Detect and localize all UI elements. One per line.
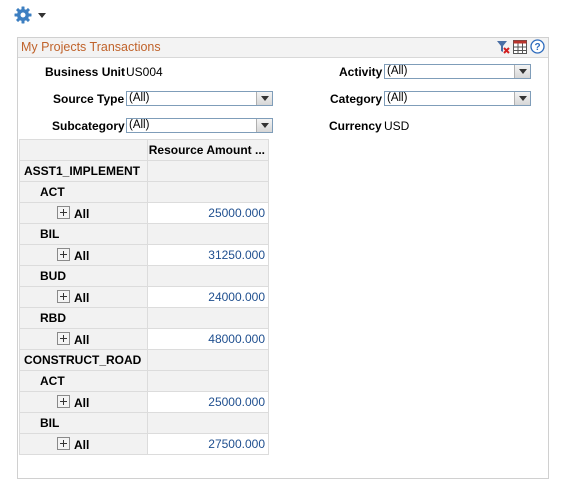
panel-title: My Projects Transactions xyxy=(21,40,161,54)
expand-plus-icon[interactable] xyxy=(57,289,70,303)
empty-cell xyxy=(147,412,269,434)
all-label: All xyxy=(74,290,90,305)
empty-cell xyxy=(147,370,269,392)
empty-cell xyxy=(147,265,269,287)
category-select[interactable]: (All) xyxy=(384,91,531,106)
subcategory-label: Subcategory xyxy=(52,119,125,133)
all-label: All xyxy=(74,332,90,347)
expand-all-cell: All xyxy=(19,391,148,413)
subcategory-value: (All) xyxy=(129,119,150,131)
activity-select[interactable]: (All) xyxy=(384,64,531,79)
resource-amount-column-header[interactable]: Resource Amount ... xyxy=(147,139,269,161)
panel-header: My Projects Transactions ? xyxy=(18,38,548,58)
table-row: All 25000.000 xyxy=(19,202,269,224)
analysis-group-label: BIL xyxy=(19,412,148,434)
expand-plus-icon[interactable] xyxy=(57,205,70,219)
expand-plus-icon[interactable] xyxy=(57,394,70,408)
empty-cell xyxy=(147,307,269,329)
expand-all-cell: All xyxy=(19,244,148,266)
table-row: All 25000.000 xyxy=(19,391,269,413)
grid-icon[interactable] xyxy=(513,39,527,57)
expand-plus-icon[interactable] xyxy=(57,436,70,450)
table-row: RBD xyxy=(19,307,269,329)
grid-corner-cell xyxy=(19,139,148,161)
gear-icon[interactable] xyxy=(14,6,32,24)
table-row: BUD xyxy=(19,265,269,287)
analysis-group-label: ACT xyxy=(19,181,148,203)
expand-all-cell: All xyxy=(19,433,148,455)
analysis-group-label: ACT xyxy=(19,370,148,392)
category-label: Category xyxy=(330,92,383,106)
chevron-down-icon[interactable] xyxy=(38,12,46,18)
project-row-label: CONSTRUCT_ROAD xyxy=(19,349,148,371)
pivot-grid: Resource Amount ... ASST1_IMPLEMENT ACT Al… xyxy=(19,139,269,455)
source-type-select[interactable]: (All) xyxy=(126,91,273,106)
all-label: All xyxy=(74,395,90,410)
business-unit-label: Business Unit xyxy=(45,65,126,79)
filter-clear-icon[interactable] xyxy=(496,40,510,57)
currency-label: Currency xyxy=(329,119,382,133)
source-type-label: Source Type xyxy=(53,92,125,106)
chevron-down-icon[interactable] xyxy=(514,92,530,105)
expand-all-cell: All xyxy=(19,286,148,308)
table-row: ACT xyxy=(19,370,269,392)
table-row: All 48000.000 xyxy=(19,328,269,350)
empty-cell xyxy=(147,160,269,182)
empty-cell xyxy=(147,223,269,245)
category-value: (All) xyxy=(387,92,408,104)
empty-cell xyxy=(147,349,269,371)
chevron-down-icon[interactable] xyxy=(514,65,530,78)
table-row: BIL xyxy=(19,223,269,245)
activity-label: Activity xyxy=(339,65,383,79)
business-unit-value: US004 xyxy=(126,65,163,79)
expand-plus-icon[interactable] xyxy=(57,331,70,345)
chevron-down-icon[interactable] xyxy=(256,92,272,105)
resource-amount-cell[interactable]: 24000.000 xyxy=(147,286,269,308)
chevron-down-icon[interactable] xyxy=(256,119,272,132)
all-label: All xyxy=(74,206,90,221)
all-label: All xyxy=(74,437,90,452)
all-label: All xyxy=(74,248,90,263)
currency-value: USD xyxy=(384,119,410,133)
help-icon[interactable]: ? xyxy=(530,39,545,57)
table-row: All 31250.000 xyxy=(19,244,269,266)
source-type-value: (All) xyxy=(129,92,150,104)
table-row: All 24000.000 xyxy=(19,286,269,308)
resource-amount-cell[interactable]: 31250.000 xyxy=(147,244,269,266)
expand-all-cell: All xyxy=(19,328,148,350)
table-row: ASST1_IMPLEMENT xyxy=(19,160,269,182)
table-row: BIL xyxy=(19,412,269,434)
resource-amount-cell[interactable]: 48000.000 xyxy=(147,328,269,350)
analysis-group-label: BUD xyxy=(19,265,148,287)
resource-amount-cell[interactable]: 25000.000 xyxy=(147,202,269,224)
expand-all-cell: All xyxy=(19,202,148,224)
grid-header-row: Resource Amount ... xyxy=(19,139,269,161)
empty-cell xyxy=(147,181,269,203)
analysis-group-label: BIL xyxy=(19,223,148,245)
activity-value: (All) xyxy=(387,65,408,77)
table-row: ACT xyxy=(19,181,269,203)
subcategory-select[interactable]: (All) xyxy=(126,118,273,133)
gear-menu-button[interactable] xyxy=(14,6,46,24)
resource-amount-cell[interactable]: 25000.000 xyxy=(147,391,269,413)
table-row: CONSTRUCT_ROAD xyxy=(19,349,269,371)
svg-text:?: ? xyxy=(534,42,540,53)
analysis-group-label: RBD xyxy=(19,307,148,329)
resource-amount-cell[interactable]: 27500.000 xyxy=(147,433,269,455)
table-row: All 27500.000 xyxy=(19,433,269,455)
project-row-label: ASST1_IMPLEMENT xyxy=(19,160,148,182)
expand-plus-icon[interactable] xyxy=(57,247,70,261)
